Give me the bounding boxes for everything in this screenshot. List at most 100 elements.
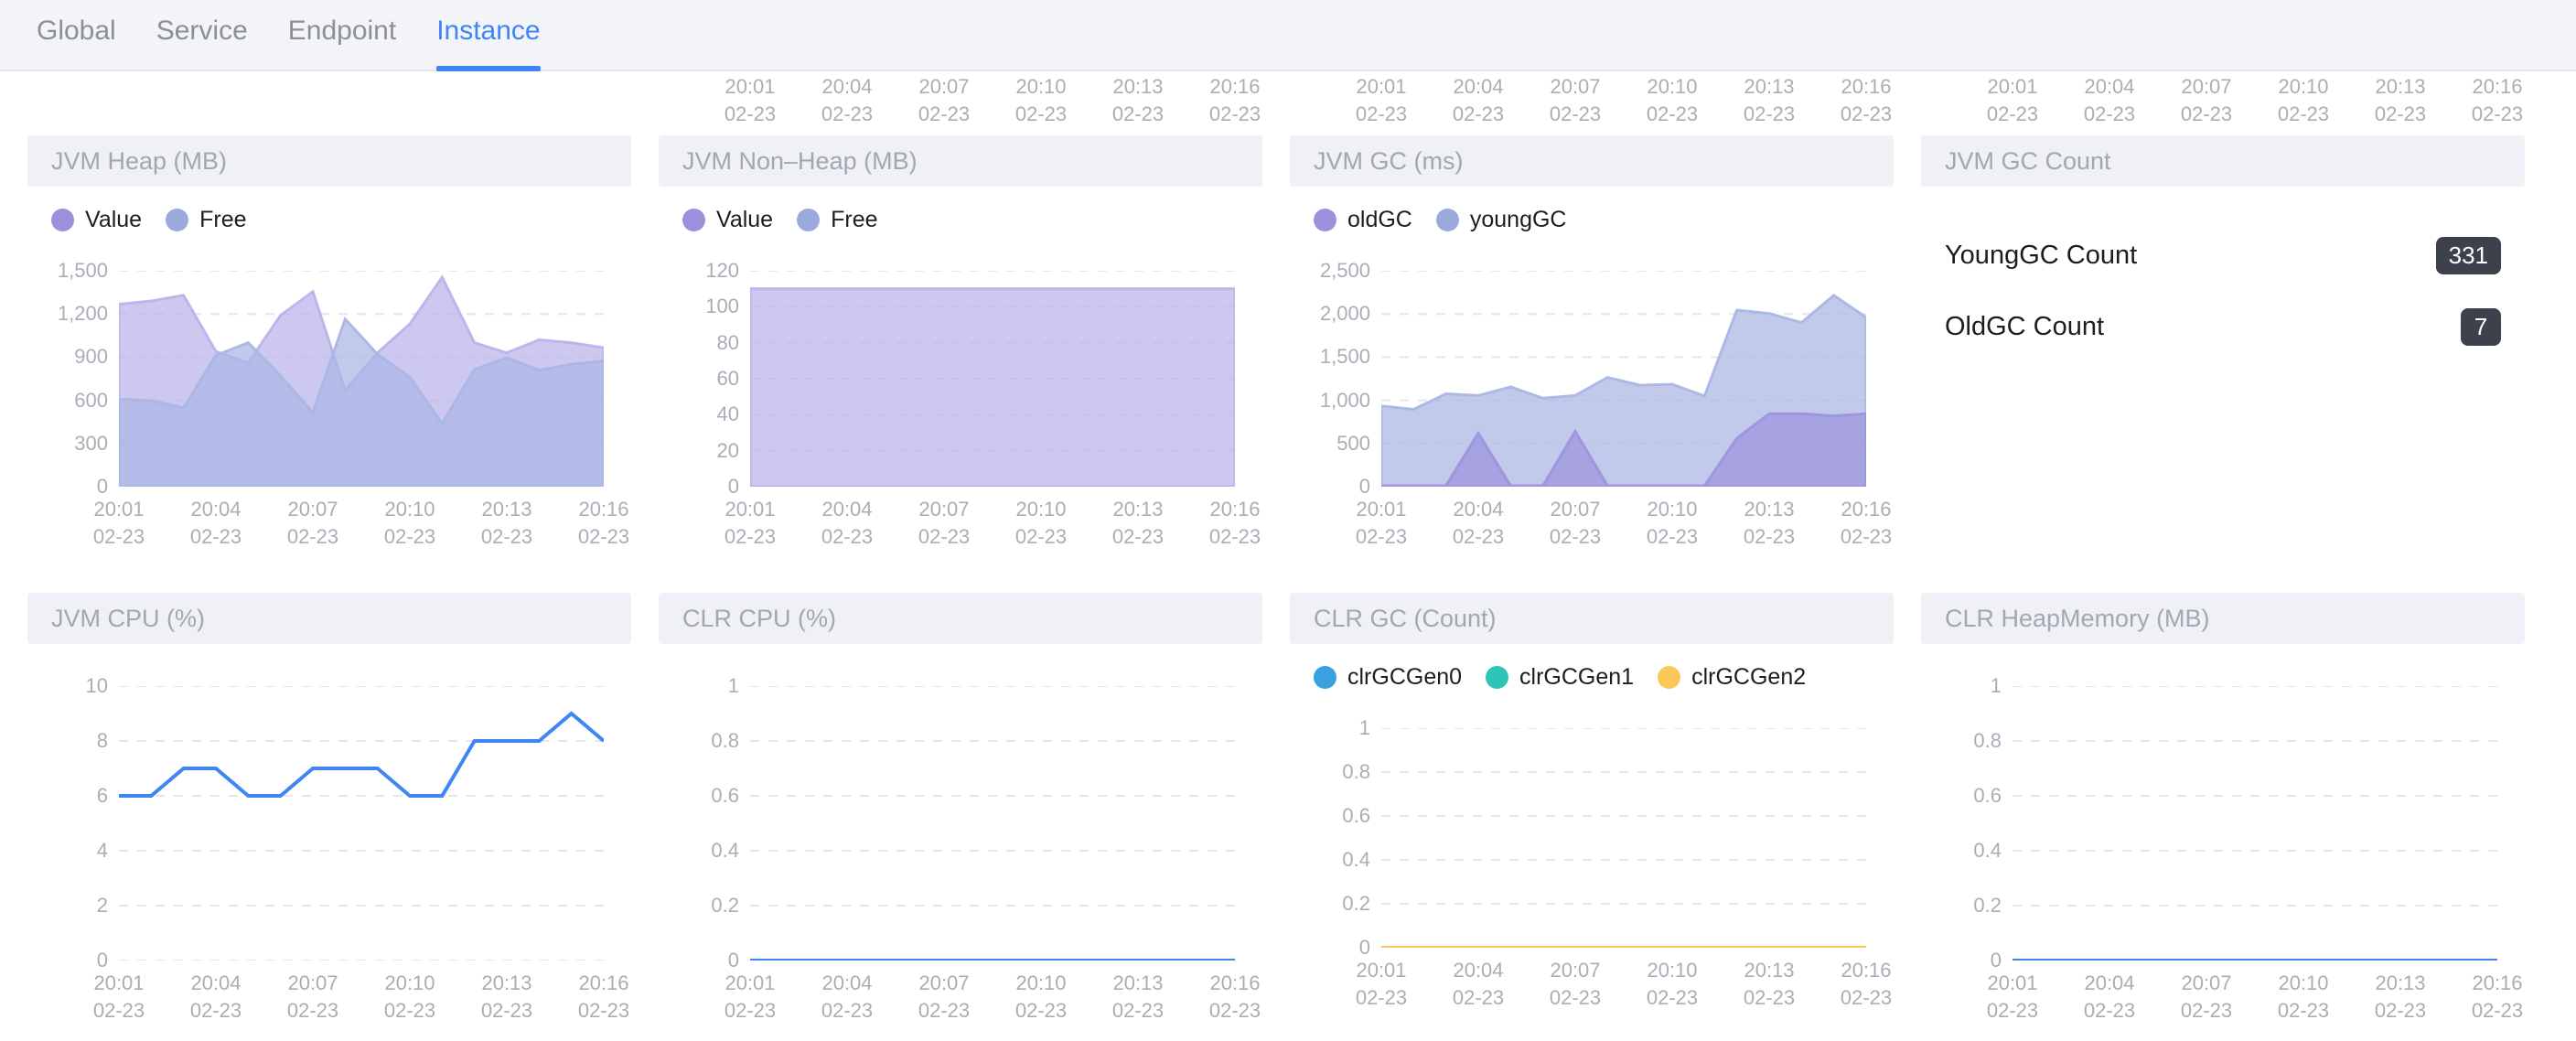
y-axis-tick-label: 0	[1358, 936, 1370, 959]
panel-jvm-nonheap: JVM Non–Heap (MB) Value Free 0 20 40 60 80 100 12…	[659, 135, 1262, 548]
x-axis-tick-label: 20:04 02-23	[1452, 959, 1505, 1009]
chart-jvm-nonheap[interactable]: 0 20 40 60 80 100 120 20:01 02-23 20:04 02-23 20:07…	[705, 261, 1261, 549]
legend-dot-icon	[1314, 209, 1336, 231]
panel-body-jvm-gc-count: YoungGC Count 331 OldGC Count 7	[1921, 187, 2525, 362]
legend-dot-icon	[797, 209, 821, 231]
x-axis-tick-label: 20:07 02-23	[1549, 498, 1602, 548]
y-axis-tick-label: 0.8	[1342, 760, 1370, 783]
x-axis-tick-label: 20:13 02-23	[480, 971, 533, 1022]
y-axis-tick-label: 0.2	[711, 894, 739, 917]
panel-jvm-gc-count: JVM GC Count YoungGC Count 331 OldGC Count 7	[1921, 135, 2525, 362]
legend-item-clrGCGen1[interactable]: clrGCGen1	[1486, 664, 1634, 691]
legend-item-oldGC[interactable]: oldGC	[1314, 207, 1412, 233]
legend-item-clrGCGen2[interactable]: clrGCGen2	[1658, 664, 1806, 691]
tab-service-label: Service	[156, 16, 248, 46]
legend-item-youngGC[interactable]: youngGC	[1435, 207, 1567, 233]
legend-item-clrGCGen0[interactable]: clrGCGen0	[1314, 664, 1462, 691]
chart-plot-jvm-cpu	[119, 686, 604, 961]
x-axis-tick-label: 20:13 02-23	[1743, 959, 1796, 1009]
chart-clr-gc[interactable]: 0 0.2 0.4 0.6 0.8 1 20:01 02-23 20:04 02-23 20:07 0…	[1342, 718, 1892, 1010]
y-axis-tick-label: 120	[705, 259, 739, 282]
legend-clr-gc: clrGCGen0 clrGCGen1 clrGCGen2	[1290, 644, 1894, 691]
legend-dot-icon	[166, 209, 189, 231]
panel-title-clr-heap: CLR HeapMemory (MB)	[1945, 604, 2210, 632]
tab-global[interactable]: Global	[16, 0, 136, 71]
y-axis-tick-label: 0	[96, 949, 108, 971]
panel-header-jvm-gc-count: JVM GC Count	[1921, 135, 2525, 187]
axis-tick-label: 20:10 02-23	[1014, 75, 1068, 125]
y-axis-tick-label: 0	[727, 949, 739, 971]
panel-jvm-cpu: JVM CPU (%) 0 2 4 6 8 10 20:01 02-23 20:04 02-23 20…	[27, 593, 631, 1022]
y-axis-clr-heap: 0 0.2 0.4 0.6 0.8 1	[1927, 676, 2002, 971]
gc-count-label: YoungGC Count	[1945, 240, 2138, 270]
panel-header-jvm-cpu: JVM CPU (%)	[27, 593, 631, 644]
axis-tick-label: 20:13 02-23	[1743, 75, 1796, 125]
panel-title-clr-gc: CLR GC (Count)	[1314, 604, 1497, 632]
legend-item-Value[interactable]: Value	[51, 207, 142, 233]
x-axis-clr-cpu: 20:01 02-23 20:04 02-23 20:07 02-23 20:10 02-23…	[724, 970, 1261, 1028]
legend-dot-icon	[1658, 666, 1681, 689]
legend-item-Value[interactable]: Value	[682, 207, 773, 233]
chart-plot-clr-gc	[1381, 728, 1866, 948]
axis-tick-label: 20:01 02-23	[1986, 75, 2039, 125]
axis-tick-label: 20:16 02-23	[2471, 75, 2524, 125]
chart-line-JVM CPU	[119, 711, 604, 798]
axis-tick-label: 20:16 02-23	[1840, 75, 1893, 125]
y-axis-tick-label: 1,500	[57, 259, 108, 282]
x-axis-tick-label: 20:16 02-23	[577, 498, 630, 548]
y-axis-tick-label: 1,500	[1319, 345, 1370, 369]
x-axis-tick-label: 20:04 02-23	[189, 498, 242, 548]
x-axis-tick-label: 20:04 02-23	[821, 971, 874, 1022]
x-axis-clr-heap: 20:01 02-23 20:04 02-23 20:07 02-23 20:10 02-23…	[1987, 970, 2523, 1028]
legend-label: Value	[716, 207, 774, 232]
chart-clr-heap[interactable]: 0 0.2 0.4 0.6 0.8 1 20:01 02-23 20:04 02-23 20:07 0…	[1973, 676, 2523, 1023]
legend-item-Free[interactable]: Free	[166, 207, 247, 233]
y-axis-tick-label: 1	[1358, 716, 1370, 739]
legend-dot-icon	[1314, 666, 1336, 689]
x-axis-tick-label: 20:01 02-23	[1355, 959, 1408, 1009]
axis-tick-label: 20:04 02-23	[2083, 75, 2136, 125]
x-axis-tick-label: 20:10 02-23	[1646, 959, 1699, 1009]
chart-area-Value	[750, 287, 1235, 487]
gc-count-row: YoungGC Count 331	[1945, 220, 2501, 291]
legend-dot-icon	[1486, 666, 1509, 689]
chart-jvm-gc[interactable]: 0 500 1,000 1,500 2,000 2,500 20:01 02-23 20:04 0…	[1320, 261, 1892, 549]
x-axis-jvm-heap: 20:01 02-23 20:04 02-23 20:07 02-23 20:10 02-23…	[93, 496, 629, 554]
panel-header-jvm-nonheap: JVM Non–Heap (MB)	[659, 135, 1262, 187]
tab-endpoint-label: Endpoint	[287, 16, 397, 46]
legend-label: clrGCGen0	[1347, 664, 1463, 690]
tab-endpoint[interactable]: Endpoint	[268, 0, 416, 71]
legend-jvm-gc: oldGC youngGC	[1290, 187, 1894, 233]
panel-clr-heap: CLR HeapMemory (MB) 0 0.2 0.4 0.6 0.8 1 20:01 02…	[1921, 593, 2525, 1022]
x-axis-tick-label: 20:07 02-23	[2180, 971, 2233, 1022]
axis-tick-label: 20:01 02-23	[1355, 75, 1408, 125]
x-axis-tick-label: 20:16 02-23	[1208, 971, 1261, 1022]
tab-service[interactable]: Service	[136, 0, 268, 71]
x-axis-tick-label: 20:04 02-23	[1452, 498, 1505, 548]
x-axis-tick-label: 20:13 02-23	[1111, 971, 1165, 1022]
axis-tick-label: 20:13 02-23	[2374, 75, 2427, 125]
gc-count-label: OldGC Count	[1945, 311, 2105, 341]
panel-header-jvm-heap: JVM Heap (MB)	[27, 135, 631, 187]
x-axis-tick-label: 20:04 02-23	[189, 971, 242, 1022]
x-axis-tick-label: 20:10 02-23	[1014, 498, 1068, 548]
chart-clr-cpu[interactable]: 0 0.2 0.4 0.6 0.8 1 20:01 02-23 20:04 02-23 20:07 0…	[711, 676, 1261, 1023]
x-axis-tick-label: 20:04 02-23	[2083, 971, 2136, 1022]
chart-jvm-heap[interactable]: 0 300 600 900 1,200 1,500 20:01 02-23 20:04 02-23…	[58, 261, 629, 549]
legend-jvm-nonheap: Value Free	[659, 187, 1262, 233]
panel-title-jvm-heap: JVM Heap (MB)	[51, 146, 228, 175]
panel-jvm-gc: JVM GC (ms) oldGC youngGC 0 500 1,000 1,500 2,0…	[1290, 135, 1894, 548]
chart-jvm-cpu[interactable]: 0 2 4 6 8 10 20:01 02-23 20:04 02-23 20:07 02-23 20:…	[86, 676, 630, 1023]
legend-item-Free[interactable]: Free	[797, 207, 878, 233]
legend-label: Free	[199, 207, 247, 232]
y-axis-tick-label: 0.6	[711, 784, 739, 807]
y-axis-tick-label: 100	[705, 295, 739, 318]
axis-tick-label: 20:04 02-23	[1452, 75, 1505, 125]
x-axis-tick-label: 20:13 02-23	[480, 498, 533, 548]
y-axis-tick-label: 1	[1990, 674, 2002, 697]
tab-instance[interactable]: Instance	[416, 0, 560, 71]
panel-title-clr-cpu: CLR CPU (%)	[682, 604, 837, 632]
x-axis-tick-label: 20:01 02-23	[724, 971, 777, 1022]
y-axis-jvm-cpu: 0 2 4 6 8 10	[33, 676, 108, 971]
tab-instance-label: Instance	[436, 16, 541, 46]
